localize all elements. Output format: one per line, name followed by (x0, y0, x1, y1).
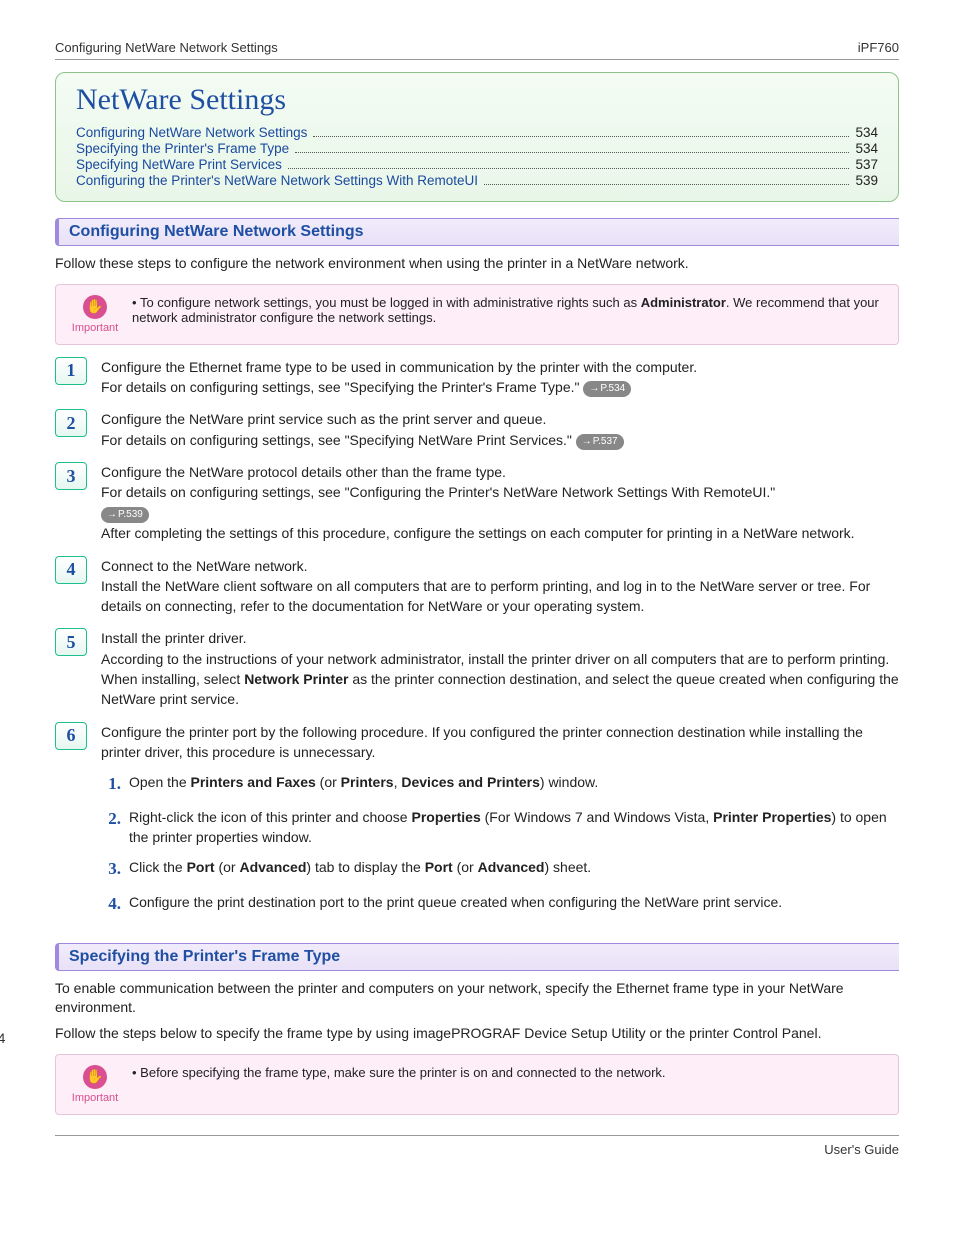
footer: User's Guide (55, 1135, 899, 1157)
toc-row: Specifying NetWare Print Services 537 (76, 157, 878, 172)
step-6: 6 Configure the printer port by the foll… (55, 722, 899, 927)
toc-link[interactable]: Configuring NetWare Network Settings (76, 125, 307, 140)
substep-2: 2 Right-click the icon of this printer a… (101, 807, 899, 848)
substep-text: Open the Printers and Faxes (or Printers… (129, 772, 598, 797)
section-heading-frametype: Specifying the Printer's Frame Type (55, 943, 899, 971)
toc-row: Configuring NetWare Network Settings 534 (76, 125, 878, 140)
toc-link[interactable]: Specifying NetWare Print Services (76, 157, 282, 172)
important-note: ✋ Important • To configure network setti… (55, 284, 899, 345)
section2-text-2: Follow the steps below to specify the fr… (55, 1024, 899, 1044)
substep-4: 4 Configure the print destination port t… (101, 892, 899, 917)
step-1: 1 Configure the Ethernet frame type to b… (55, 357, 899, 398)
section2-text-1: To enable communication between the prin… (55, 979, 899, 1018)
step-detail: For details on configuring settings, see… (101, 432, 572, 448)
section-heading-configuring: Configuring NetWare Network Settings (55, 218, 899, 246)
substep-3: 3 Click the Port (or Advanced) tab to di… (101, 857, 899, 882)
substep-text: Click the Port (or Advanced) tab to disp… (129, 857, 591, 882)
intro-text: Follow these steps to configure the netw… (55, 254, 899, 274)
step-text: Configure the printer port by the follow… (101, 724, 863, 760)
step-number: 1 (55, 357, 87, 385)
important-label: Important (72, 1092, 118, 1104)
running-header: Configuring NetWare Network Settings iPF… (55, 40, 899, 60)
substep-text: Configure the print destination port to … (129, 892, 782, 917)
page-ref-badge[interactable]: P.539 (101, 507, 149, 524)
page-ref-badge[interactable]: P.534 (583, 381, 631, 398)
toc-page: 539 (855, 173, 878, 188)
step-number: 4 (55, 556, 87, 584)
step-detail: For details on configuring settings, see… (101, 484, 775, 500)
important-text: • To configure network settings, you mus… (132, 295, 884, 334)
step-text: Configure the Ethernet frame type to be … (101, 359, 697, 375)
header-right: iPF760 (858, 40, 899, 55)
toc-page: 534 (855, 125, 878, 140)
step-number: 3 (55, 462, 87, 490)
toc-link[interactable]: Specifying the Printer's Frame Type (76, 141, 289, 156)
step-5: 5 Install the printer driver. According … (55, 628, 899, 709)
step-after: After completing the settings of this pr… (101, 525, 855, 541)
substep-text: Right-click the icon of this printer and… (129, 807, 899, 848)
step-text: Configure the NetWare protocol details o… (101, 464, 506, 480)
important-note-2: ✋ Important • Before specifying the fram… (55, 1054, 899, 1115)
step-number: 6 (55, 722, 87, 750)
toc-link[interactable]: Configuring the Printer's NetWare Networ… (76, 173, 478, 188)
step-number: 5 (55, 628, 87, 656)
step-text: Configure the NetWare print service such… (101, 411, 546, 427)
substep-1: 1 Open the Printers and Faxes (or Printe… (101, 772, 899, 797)
step-text: Connect to the NetWare network. (101, 558, 307, 574)
page-title: NetWare Settings (76, 83, 878, 117)
toc-page: 534 (855, 141, 878, 156)
header-left: Configuring NetWare Network Settings (55, 40, 278, 55)
substep-number: 4 (101, 892, 121, 917)
important-label: Important (72, 322, 118, 334)
step-4: 4 Connect to the NetWare network. Instal… (55, 556, 899, 617)
step-detail: Install the NetWare client software on a… (101, 578, 870, 614)
title-box: NetWare Settings Configuring NetWare Net… (55, 72, 899, 202)
toc-row: Configuring the Printer's NetWare Networ… (76, 173, 878, 188)
step-detail: For details on configuring settings, see… (101, 379, 579, 395)
substep-number: 2 (101, 807, 121, 848)
substep-number: 1 (101, 772, 121, 797)
substep-number: 3 (101, 857, 121, 882)
important-text: • Before specifying the frame type, make… (132, 1065, 666, 1104)
step-2: 2 Configure the NetWare print service su… (55, 409, 899, 450)
step-3: 3 Configure the NetWare protocol details… (55, 462, 899, 543)
important-icon: ✋ (83, 295, 107, 319)
page-number: 534 (0, 1030, 5, 1046)
step-detail: According to the instructions of your ne… (101, 651, 899, 708)
page-ref-badge[interactable]: P.537 (576, 434, 624, 451)
toc-page: 537 (855, 157, 878, 172)
step-text: Install the printer driver. (101, 630, 247, 646)
step-number: 2 (55, 409, 87, 437)
toc-row: Specifying the Printer's Frame Type 534 (76, 141, 878, 156)
important-icon: ✋ (83, 1065, 107, 1089)
